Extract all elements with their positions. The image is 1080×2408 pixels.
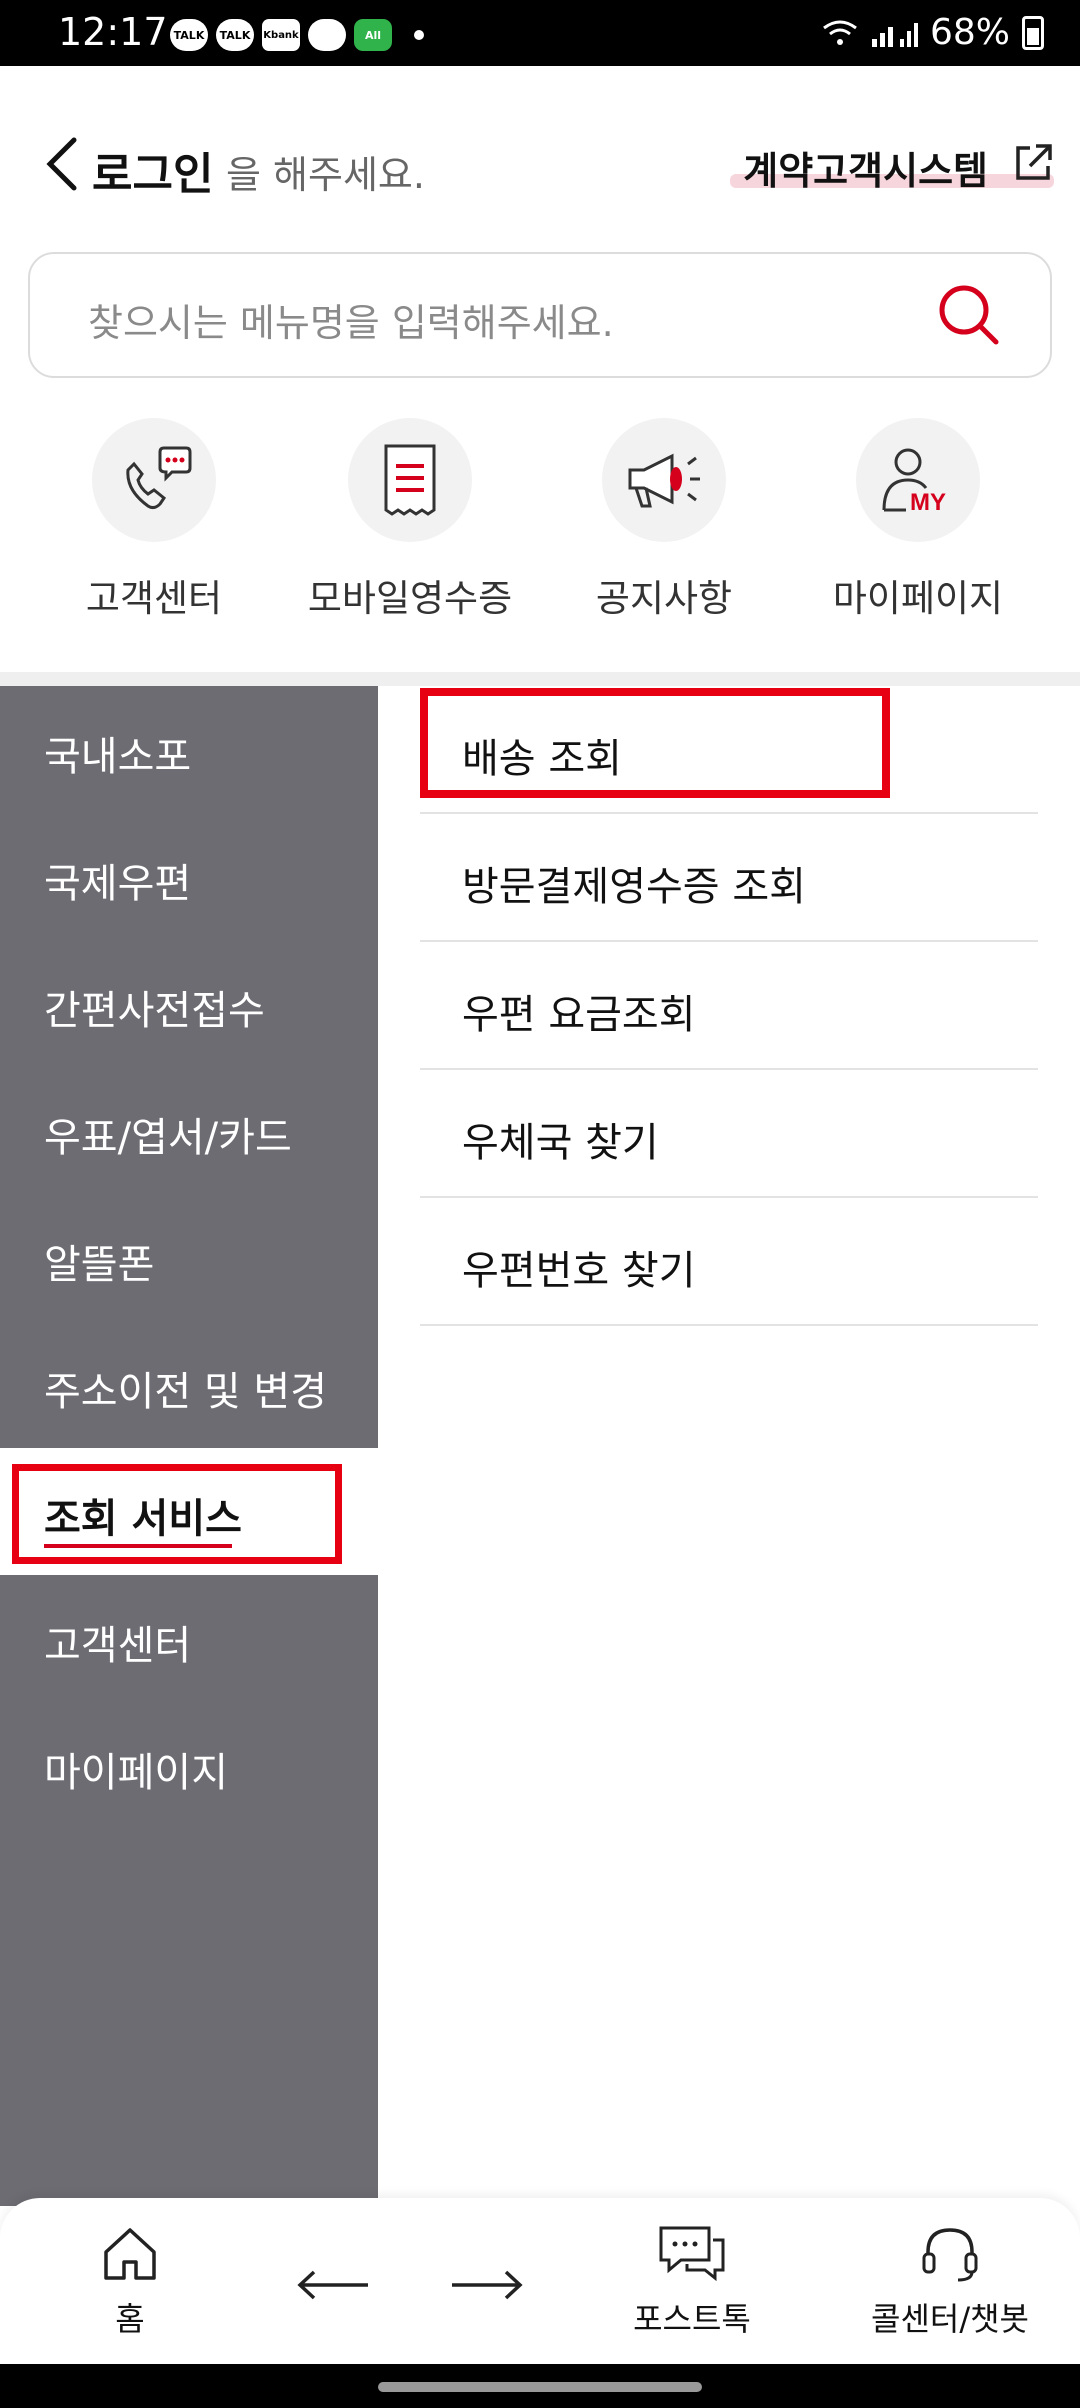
category-item-pre-registration[interactable]: 간편사전접수 xyxy=(0,940,378,1067)
battery-percent: 68% xyxy=(929,12,1010,53)
callcenter-chatbot-button[interactable]: 콜센터/챗봇 xyxy=(862,2224,1038,2340)
headset-icon xyxy=(922,2228,978,2282)
category-label: 주소이전 및 변경 xyxy=(44,1369,328,1415)
category-label: 고객센터 xyxy=(44,1623,192,1669)
category-item-international-mail[interactable]: 국제우편 xyxy=(0,813,378,940)
home-button[interactable]: 홈 xyxy=(88,2224,172,2340)
category-menu: 국내소포 국제우편 간편사전접수 우표/엽서/카드 알뜰폰 주소이전 및 변경 … xyxy=(0,686,378,2206)
more-notifications-dot-icon xyxy=(414,30,424,40)
category-item-customer-center[interactable]: 고객센터 xyxy=(0,1575,378,1702)
sub-item-find-post-office[interactable]: 우체국 찾기 xyxy=(420,1070,1038,1198)
battery-icon xyxy=(1022,15,1044,50)
header: 로그인 을 해주세요. 계약고객시스템 xyxy=(0,66,1080,200)
login-link[interactable]: 로그인 xyxy=(92,138,213,202)
chat-bubble-notification-icon xyxy=(308,19,346,51)
quick-item-customer-center[interactable]: 고객센터 xyxy=(32,418,272,658)
signal-icon xyxy=(871,22,918,47)
status-right: 68% xyxy=(822,12,1044,53)
forward-arrow-icon[interactable] xyxy=(450,2270,524,2300)
highlight-box xyxy=(12,1464,342,1564)
category-label: 국내소포 xyxy=(44,734,192,780)
section-divider xyxy=(0,672,1080,686)
all-app-notification-icon: All xyxy=(354,19,392,51)
sub-item-label: 방문결제영수증 조회 xyxy=(462,864,806,910)
kakaotalk-notification-icon: TALK xyxy=(170,19,208,51)
category-item-mypage[interactable]: 마이페이지 xyxy=(0,1702,378,1829)
login-prompt: 을 해주세요. xyxy=(226,153,425,197)
sub-item-label: 우편번호 찾기 xyxy=(462,1248,696,1294)
posttalk-label: 포스트톡 xyxy=(633,2300,751,2338)
callcenter-label: 콜센터/챗봇 xyxy=(871,2300,1029,2338)
category-item-domestic-parcel[interactable]: 국내소포 xyxy=(0,686,378,813)
quick-menu: 고객센터 모바일영수증 공지사항 MY 마이페이지 xyxy=(0,418,1080,658)
external-link-icon[interactable] xyxy=(1012,142,1054,184)
search-icon[interactable] xyxy=(936,282,1002,348)
quick-item-notice[interactable]: 공지사항 xyxy=(542,418,782,658)
back-arrow-icon[interactable] xyxy=(296,2270,370,2300)
receipt-icon xyxy=(348,418,472,542)
megaphone-icon xyxy=(602,418,726,542)
sub-item-label: 우체국 찾기 xyxy=(462,1120,659,1166)
kakaotalk-notification-icon: TALK xyxy=(216,19,254,51)
category-label: 마이페이지 xyxy=(44,1750,228,1796)
posttalk-button[interactable]: 포스트톡 xyxy=(622,2224,762,2340)
quick-item-label: 고객센터 xyxy=(85,577,223,620)
sub-item-label: 우편 요금조회 xyxy=(462,992,696,1038)
quick-item-label: 모바일영수증 xyxy=(307,577,513,620)
contract-customer-system-link[interactable]: 계약고객시스템 xyxy=(743,140,988,195)
search-input[interactable]: 찾으시는 메뉴명을 입력해주세요. xyxy=(88,292,614,347)
kbank-notification-icon: Kbank xyxy=(262,19,300,51)
bottom-nav: 홈 포스트톡 콜센터/챗봇 xyxy=(0,2198,1080,2364)
my-user-icon: MY xyxy=(856,418,980,542)
menu-search-box[interactable]: 찾으시는 메뉴명을 입력해주세요. xyxy=(28,252,1052,378)
sub-item-visit-receipt-lookup[interactable]: 방문결제영수증 조회 xyxy=(420,814,1038,942)
quick-item-label: 공지사항 xyxy=(595,577,733,620)
sub-item-postage-lookup[interactable]: 우편 요금조회 xyxy=(420,942,1038,1070)
sub-item-find-postal-code[interactable]: 우편번호 찾기 xyxy=(420,1198,1038,1326)
category-label: 국제우편 xyxy=(44,861,192,907)
home-icon xyxy=(104,2228,156,2280)
category-item-budget-phone[interactable]: 알뜰폰 xyxy=(0,1194,378,1321)
highlight-box xyxy=(420,688,890,798)
quick-item-mypage[interactable]: MY 마이페이지 xyxy=(796,418,1036,658)
category-label: 알뜰폰 xyxy=(44,1242,155,1288)
category-item-address-change[interactable]: 주소이전 및 변경 xyxy=(0,1321,378,1448)
wifi-icon xyxy=(823,20,857,45)
category-item-stamps-cards[interactable]: 우표/엽서/카드 xyxy=(0,1067,378,1194)
notification-icons: TALK TALK Kbank All xyxy=(170,18,424,52)
status-time: 12:17 xyxy=(58,10,168,54)
chat-bubbles-icon xyxy=(659,2226,725,2282)
my-icon-text: MY xyxy=(910,489,946,516)
gesture-handle[interactable] xyxy=(378,2382,702,2392)
category-label: 간편사전접수 xyxy=(44,988,265,1034)
category-label: 우표/엽서/카드 xyxy=(44,1115,292,1161)
quick-item-mobile-receipt[interactable]: 모바일영수증 xyxy=(288,418,528,658)
status-bar: 12:17 TALK TALK Kbank All 68% xyxy=(0,0,1080,66)
home-label: 홈 xyxy=(115,2300,145,2338)
back-chevron-icon[interactable] xyxy=(44,136,80,192)
quick-item-label: 마이페이지 xyxy=(832,577,1004,620)
system-gesture-area xyxy=(0,2364,1080,2408)
phone-chat-icon xyxy=(92,418,216,542)
